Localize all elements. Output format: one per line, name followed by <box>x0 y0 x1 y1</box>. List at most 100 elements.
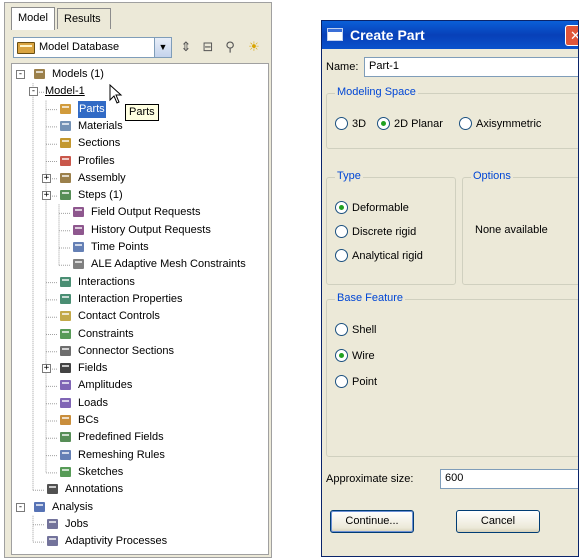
tree-node-label: History Output Requests <box>91 223 211 236</box>
tree-node-assembly[interactable]: Assembly <box>58 170 126 187</box>
modeling-space-group: Modeling Space 3D 2D Planar Axisymmetric <box>326 86 578 149</box>
radio-analytical-rigid[interactable]: Analytical rigid <box>335 248 423 264</box>
tree-node-label: Analysis <box>52 500 93 513</box>
filter-tree-icon[interactable]: ⚲ <box>221 38 239 56</box>
tree-node-materials[interactable]: Materials <box>58 118 123 135</box>
tree-node-constraints[interactable]: Constraints <box>58 326 134 343</box>
predefined-fields-icon <box>58 429 74 445</box>
part-name-input[interactable]: Part-1 <box>364 57 578 77</box>
tree-node-label: Annotations <box>65 483 124 496</box>
tree-node-label: Sections <box>78 137 121 150</box>
radio-deformable[interactable]: Deformable <box>335 200 409 216</box>
model-database-select[interactable]: Model Database ▼ <box>13 37 172 58</box>
highlight-bulb-icon[interactable]: ☀ <box>245 38 263 56</box>
tree-node-label: Jobs <box>65 517 89 530</box>
tree-node-field-output-requests[interactable]: Field Output Requests <box>71 204 200 221</box>
tree-node-loads[interactable]: Loads <box>58 395 108 412</box>
tree-node-label: Model-1 <box>45 85 85 98</box>
radio-discrete-rigid[interactable]: Discrete rigid <box>335 224 416 240</box>
expand-icon[interactable]: + <box>42 364 51 374</box>
tree-node-analysis[interactable]: Analysis <box>32 499 93 516</box>
radio-shell[interactable]: Shell <box>335 322 376 338</box>
tree-node-jobs[interactable]: Jobs <box>45 516 88 533</box>
tree-node-label: Connector Sections <box>78 344 174 357</box>
tree-node-label: Models (1) <box>52 68 104 80</box>
tree-node-annotations[interactable]: Annotations <box>45 481 123 498</box>
adaptivity-processes-icon <box>45 533 61 549</box>
tree-node-parts[interactable]: Parts <box>58 100 106 118</box>
fields-icon <box>58 360 74 376</box>
approximate-size-input[interactable]: 600 <box>440 469 578 489</box>
tree-node-interaction-properties[interactable]: Interaction Properties <box>58 291 183 308</box>
interaction-properties-icon <box>58 291 74 307</box>
expand-icon[interactable]: + <box>42 173 51 183</box>
tree-node-sections[interactable]: Sections <box>58 135 120 152</box>
jobs-icon <box>45 516 61 532</box>
tree-node-ale-adaptive-mesh-constraints[interactable]: ALE Adaptive Mesh Constraints <box>71 256 246 273</box>
collapse-icon[interactable]: - <box>16 502 25 512</box>
tree-node-adaptivity-processes[interactable]: Adaptivity Processes <box>45 533 167 550</box>
tree-node-fields[interactable]: Fields <box>58 360 107 377</box>
radio-axisymmetric-indicator <box>459 116 472 130</box>
chevron-down-icon[interactable]: ▼ <box>154 38 171 57</box>
close-button[interactable]: ✕ <box>565 25 578 46</box>
model-tree-panel: Model Results Model Database ▼ ⇕ ⊟ ⚲ ☀ M… <box>4 2 272 558</box>
materials-icon <box>58 118 74 134</box>
tree-node-label: Fields <box>78 362 108 375</box>
radio-deformable-label: Deformable <box>352 202 409 214</box>
tree-node-contact-controls[interactable]: Contact Controls <box>58 308 160 325</box>
history-output-icon <box>71 222 87 238</box>
options-title: Options <box>471 170 513 182</box>
radio-discrete-rigid-label: Discrete rigid <box>352 226 417 238</box>
tree-node-predefined-fields[interactable]: Predefined Fields <box>58 429 164 446</box>
tree-node-label: BCs <box>78 414 99 426</box>
tree-node-history-output-requests[interactable]: History Output Requests <box>71 222 211 239</box>
radio-axisymmetric[interactable]: Axisymmetric <box>459 116 541 132</box>
radio-point[interactable]: Point <box>335 374 377 390</box>
tree-node-label: Field Output Requests <box>91 206 201 219</box>
tree-node-time-points[interactable]: Time Points <box>71 239 149 256</box>
tree-node-model-1[interactable]: Model-1 <box>45 83 85 100</box>
sections-icon <box>58 135 74 151</box>
close-icon: ✕ <box>570 28 578 43</box>
radio-2d-planar-indicator <box>377 116 390 130</box>
create-part-dialog: Create Part ✕ Name: Part-1 Modeling Spac… <box>321 20 579 557</box>
tree-node-label: Contact Controls <box>78 310 160 323</box>
tree-node-label: Time Points <box>91 241 149 253</box>
collapse-icon[interactable]: - <box>16 70 25 79</box>
cancel-button[interactable]: Cancel <box>456 510 540 533</box>
tree-node-profiles[interactable]: Profiles <box>58 153 115 170</box>
radio-3d[interactable]: 3D <box>335 116 366 132</box>
tree-node-label: Assembly <box>78 171 126 184</box>
tree-node-remeshing-rules[interactable]: Remeshing Rules <box>58 447 165 464</box>
expand-icon[interactable]: + <box>42 191 51 201</box>
radio-2d-planar[interactable]: 2D Planar <box>377 116 443 132</box>
dialog-titlebar[interactable]: Create Part ✕ <box>322 21 578 49</box>
tree-node-models-1[interactable]: Models (1) <box>32 66 104 83</box>
tree-node-label: Sketches <box>78 465 124 478</box>
tree-node-label: Loads <box>78 396 108 409</box>
profiles-icon <box>58 153 74 169</box>
model-tree[interactable]: Models (1) - Model-1- Parts Materials Section… <box>11 63 269 555</box>
radio-3d-label: 3D <box>352 118 367 130</box>
ale-mesh-icon <box>71 256 87 272</box>
tree-node-sketches[interactable]: Sketches <box>58 464 123 481</box>
radio-wire[interactable]: Wire <box>335 348 375 364</box>
tree-node-label: Predefined Fields <box>78 431 164 444</box>
options-none-available: None available <box>475 224 548 236</box>
radio-3d-indicator <box>335 116 348 130</box>
up-down-arrows-icon[interactable]: ⇕ <box>177 38 195 56</box>
bcs-icon <box>58 412 74 428</box>
expand-tree-icon[interactable]: ⊟ <box>199 38 217 56</box>
approximate-size-label: Approximate size: <box>326 473 414 485</box>
continue-button[interactable]: Continue... <box>330 510 414 533</box>
tree-node-steps-1[interactable]: Steps (1) <box>58 187 123 204</box>
tab-model[interactable]: Model <box>11 7 55 30</box>
tree-node-amplitudes[interactable]: Amplitudes <box>58 377 132 394</box>
radio-discrete-rigid-indicator <box>335 224 348 238</box>
tree-node-interactions[interactable]: Interactions <box>58 274 135 291</box>
tree-node-bcs[interactable]: BCs <box>58 412 99 429</box>
tab-results[interactable]: Results <box>57 8 111 29</box>
collapse-icon[interactable]: - <box>29 87 38 97</box>
tree-node-connector-sections[interactable]: Connector Sections <box>58 343 174 360</box>
